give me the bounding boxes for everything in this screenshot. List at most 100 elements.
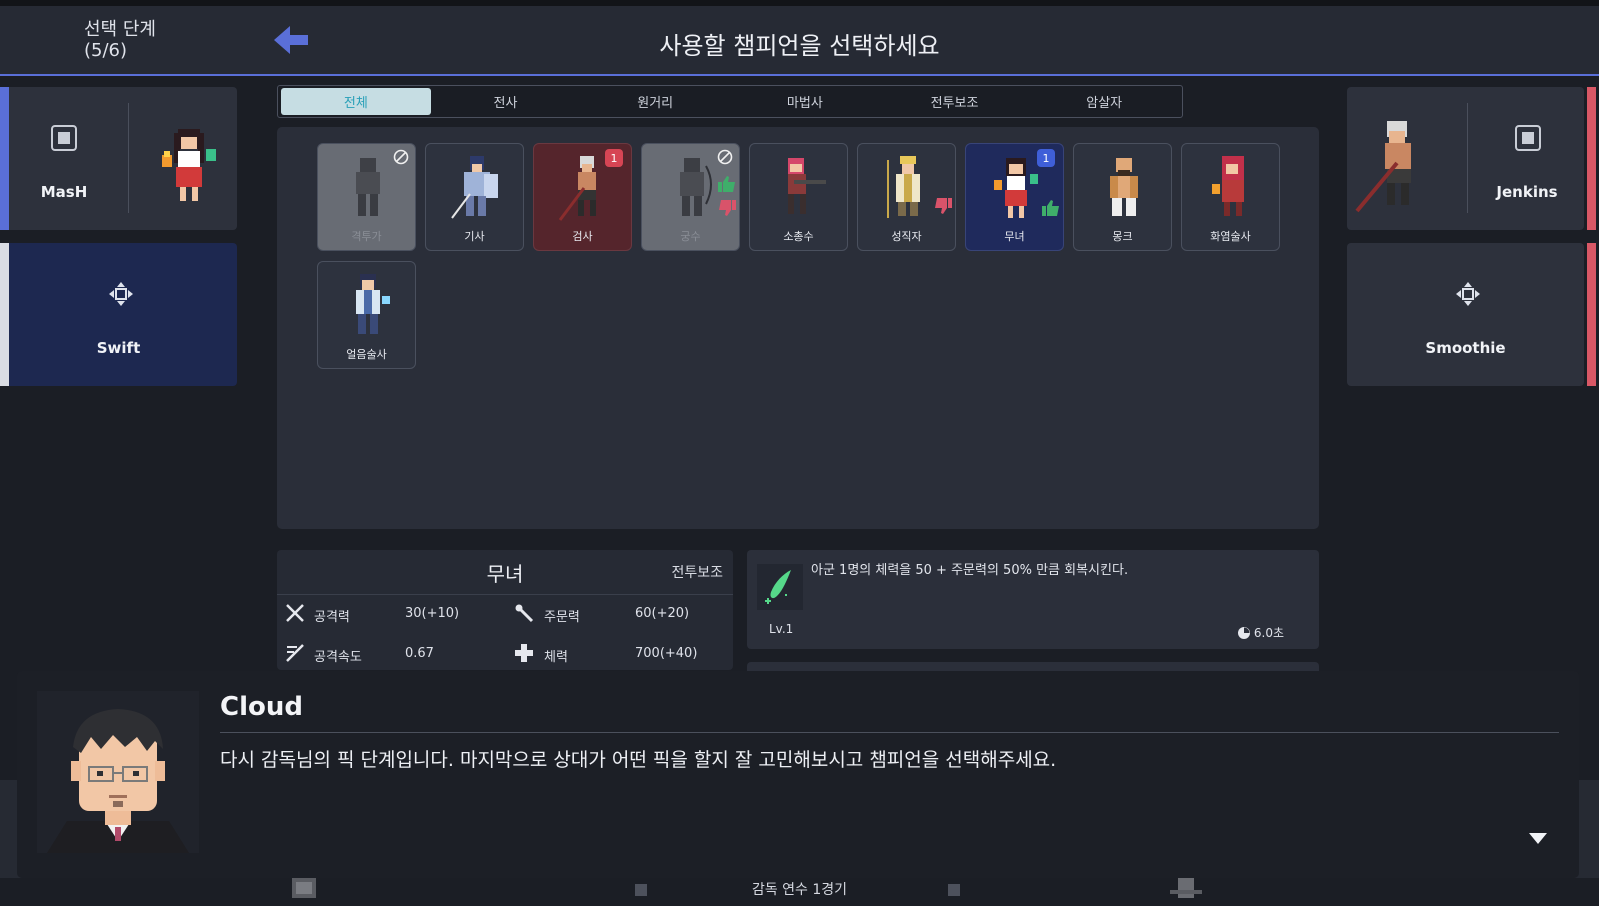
thumbs-up-icon xyxy=(1042,200,1059,216)
rifleman-sprite-icon xyxy=(788,158,826,214)
stat-label: 공격속도 xyxy=(314,650,362,665)
player-name: Smoothie xyxy=(1425,339,1506,357)
pyromancer-sprite-icon xyxy=(1212,156,1244,216)
champion-name: 몽크 xyxy=(1112,230,1133,243)
stat-value: 60(+20) xyxy=(635,606,690,621)
cryomancer-sprite-icon xyxy=(356,274,390,334)
right-slot-2[interactable]: Smoothie xyxy=(1347,243,1596,386)
champion-card-pyromancer[interactable]: 화염술사 xyxy=(1181,143,1280,251)
match-info: 감독 연수 1경기 xyxy=(751,882,848,898)
champion-name: 성직자 xyxy=(891,230,922,243)
tab-assassin[interactable]: 암살자 xyxy=(1029,88,1179,115)
tab-warrior[interactable]: 전사 xyxy=(431,88,581,115)
fighter-sprite-icon xyxy=(356,158,380,216)
swordsman-sprite-icon xyxy=(558,156,596,221)
champion-card-archer[interactable]: 궁수 xyxy=(641,143,740,251)
tab-mage[interactable]: 마법사 xyxy=(730,88,880,115)
champion-card-shrine-maiden[interactable]: 1 무녀 xyxy=(965,143,1064,251)
champion-name: 격투가 xyxy=(351,230,382,243)
footer-right-sprite-icon xyxy=(1170,878,1202,898)
ally-pick-badge: 1 xyxy=(1037,149,1055,167)
champion-card-knight[interactable]: 기사 xyxy=(425,143,524,251)
champion-card-monk[interactable]: 몽크 xyxy=(1073,143,1172,251)
move-cursor-icon xyxy=(1456,282,1480,306)
dialog-box[interactable]: Cloud 다시 감독님의 픽 단계입니다. 마지막으로 상대가 어떤 픽을 할… xyxy=(17,671,1579,878)
left-slot-2[interactable]: Swift xyxy=(0,243,237,386)
team-color-bar xyxy=(0,243,9,386)
page-title: 사용할 챔피언을 선택하세요 xyxy=(659,32,940,60)
skill-cooldown: 6.0초 xyxy=(1237,624,1284,641)
champion-name: 무녀 xyxy=(1004,230,1025,243)
knight-sprite-icon xyxy=(451,156,498,219)
thumbs-down-icon xyxy=(719,200,736,216)
swords-icon xyxy=(286,604,304,622)
move-cursor-icon xyxy=(109,282,133,306)
dialog-text: 다시 감독님의 픽 단계입니다. 마지막으로 상대가 어떤 픽을 할지 잘 고민… xyxy=(220,749,1057,771)
class-filter-tabs: 전체 전사 원거리 마법사 전투보조 암살자 xyxy=(277,85,1183,118)
champion-card-fighter[interactable]: 격투가 xyxy=(317,143,416,251)
attack-speed-icon xyxy=(286,644,304,662)
champion-name: 기사 xyxy=(464,230,485,243)
header-bar: 선택 단계 (5/6) 사용할 챔피언을 선택하세요 xyxy=(0,6,1599,76)
thumbs-down-icon xyxy=(935,198,952,214)
speaker-name: Cloud xyxy=(220,692,303,722)
skill-panel: 아군 1명의 체력을 50 + 주문력의 50% 만큼 회복시킨다. Lv.1 … xyxy=(747,550,1319,649)
champion-info-panel: 무녀 전투보조 공격력 30(+10) 주문력 60(+20) 공격속도 0.6… xyxy=(277,550,733,670)
continue-arrow-icon[interactable] xyxy=(1529,833,1547,845)
stat-value: 0.67 xyxy=(405,646,434,661)
champion-grid: 격투가 기사 1 검사 궁수 소총수 성직자 1 무녀 몽크 화염술사 얼음술사 xyxy=(277,127,1319,529)
champion-name: 화염술사 xyxy=(1210,230,1251,243)
shrine-maiden-sprite-icon xyxy=(162,129,216,201)
swordsman-sprite-icon xyxy=(1355,121,1411,213)
champion-name: 궁수 xyxy=(680,230,701,243)
team-color-bar xyxy=(1587,243,1596,386)
footer-marker-right xyxy=(948,884,960,896)
skill-level: Lv.1 xyxy=(769,622,794,636)
cooldown-value: 6.0초 xyxy=(1253,626,1284,640)
monk-sprite-icon xyxy=(1110,158,1138,216)
speaker-portrait xyxy=(37,691,199,853)
wand-icon xyxy=(515,604,534,623)
slot-divider xyxy=(128,103,129,213)
right-slot-1[interactable]: Jenkins xyxy=(1347,87,1596,230)
champion-name: 소총수 xyxy=(783,230,814,243)
thumbs-up-icon xyxy=(718,176,735,192)
enemy-pick-badge: 1 xyxy=(605,149,623,167)
stat-label: 주문력 xyxy=(544,610,580,625)
slot-divider xyxy=(1467,103,1468,213)
tab-ranged[interactable]: 원거리 xyxy=(580,88,730,115)
skill-description: 아군 1명의 체력을 50 + 주문력의 50% 만큼 회복시킨다. xyxy=(811,563,1129,578)
shrine-maiden-sprite-icon xyxy=(994,158,1038,218)
tab-all[interactable]: 전체 xyxy=(281,88,431,115)
selected-champion-name: 무녀 xyxy=(486,562,524,586)
champion-card-cryomancer[interactable]: 얼음술사 xyxy=(317,261,416,369)
stat-label: 체력 xyxy=(544,650,568,665)
priest-sprite-icon xyxy=(887,156,920,218)
player-name: Swift xyxy=(96,339,141,357)
cooldown-clock-icon xyxy=(1237,626,1250,639)
archer-sprite-icon xyxy=(680,158,712,216)
banned-icon xyxy=(393,149,409,165)
tab-support[interactable]: 전투보조 xyxy=(880,88,1030,115)
champion-card-rifleman[interactable]: 소총수 xyxy=(749,143,848,251)
health-cross-icon xyxy=(515,644,533,662)
stat-label: 공격력 xyxy=(314,610,350,625)
dialog-divider xyxy=(220,732,1559,733)
selected-champion-class: 전투보조 xyxy=(671,565,723,581)
player-name: MasH xyxy=(40,183,88,201)
player-chip-icon xyxy=(1515,125,1541,151)
champion-name: 검사 xyxy=(572,230,593,243)
player-name: Jenkins xyxy=(1496,183,1558,201)
stat-value: 30(+10) xyxy=(405,606,460,621)
player-chip-icon xyxy=(51,125,77,151)
champion-card-swordsman[interactable]: 1 검사 xyxy=(533,143,632,251)
champion-name: 얼음술사 xyxy=(346,348,387,361)
heal-skill-icon xyxy=(757,564,803,610)
team-color-bar xyxy=(1587,87,1596,230)
banned-icon xyxy=(717,149,733,165)
left-slot-1[interactable]: MasH xyxy=(0,87,237,230)
team-color-bar xyxy=(0,87,9,230)
stat-value: 700(+40) xyxy=(635,646,698,661)
champion-card-priest[interactable]: 성직자 xyxy=(857,143,956,251)
info-divider xyxy=(277,594,733,595)
